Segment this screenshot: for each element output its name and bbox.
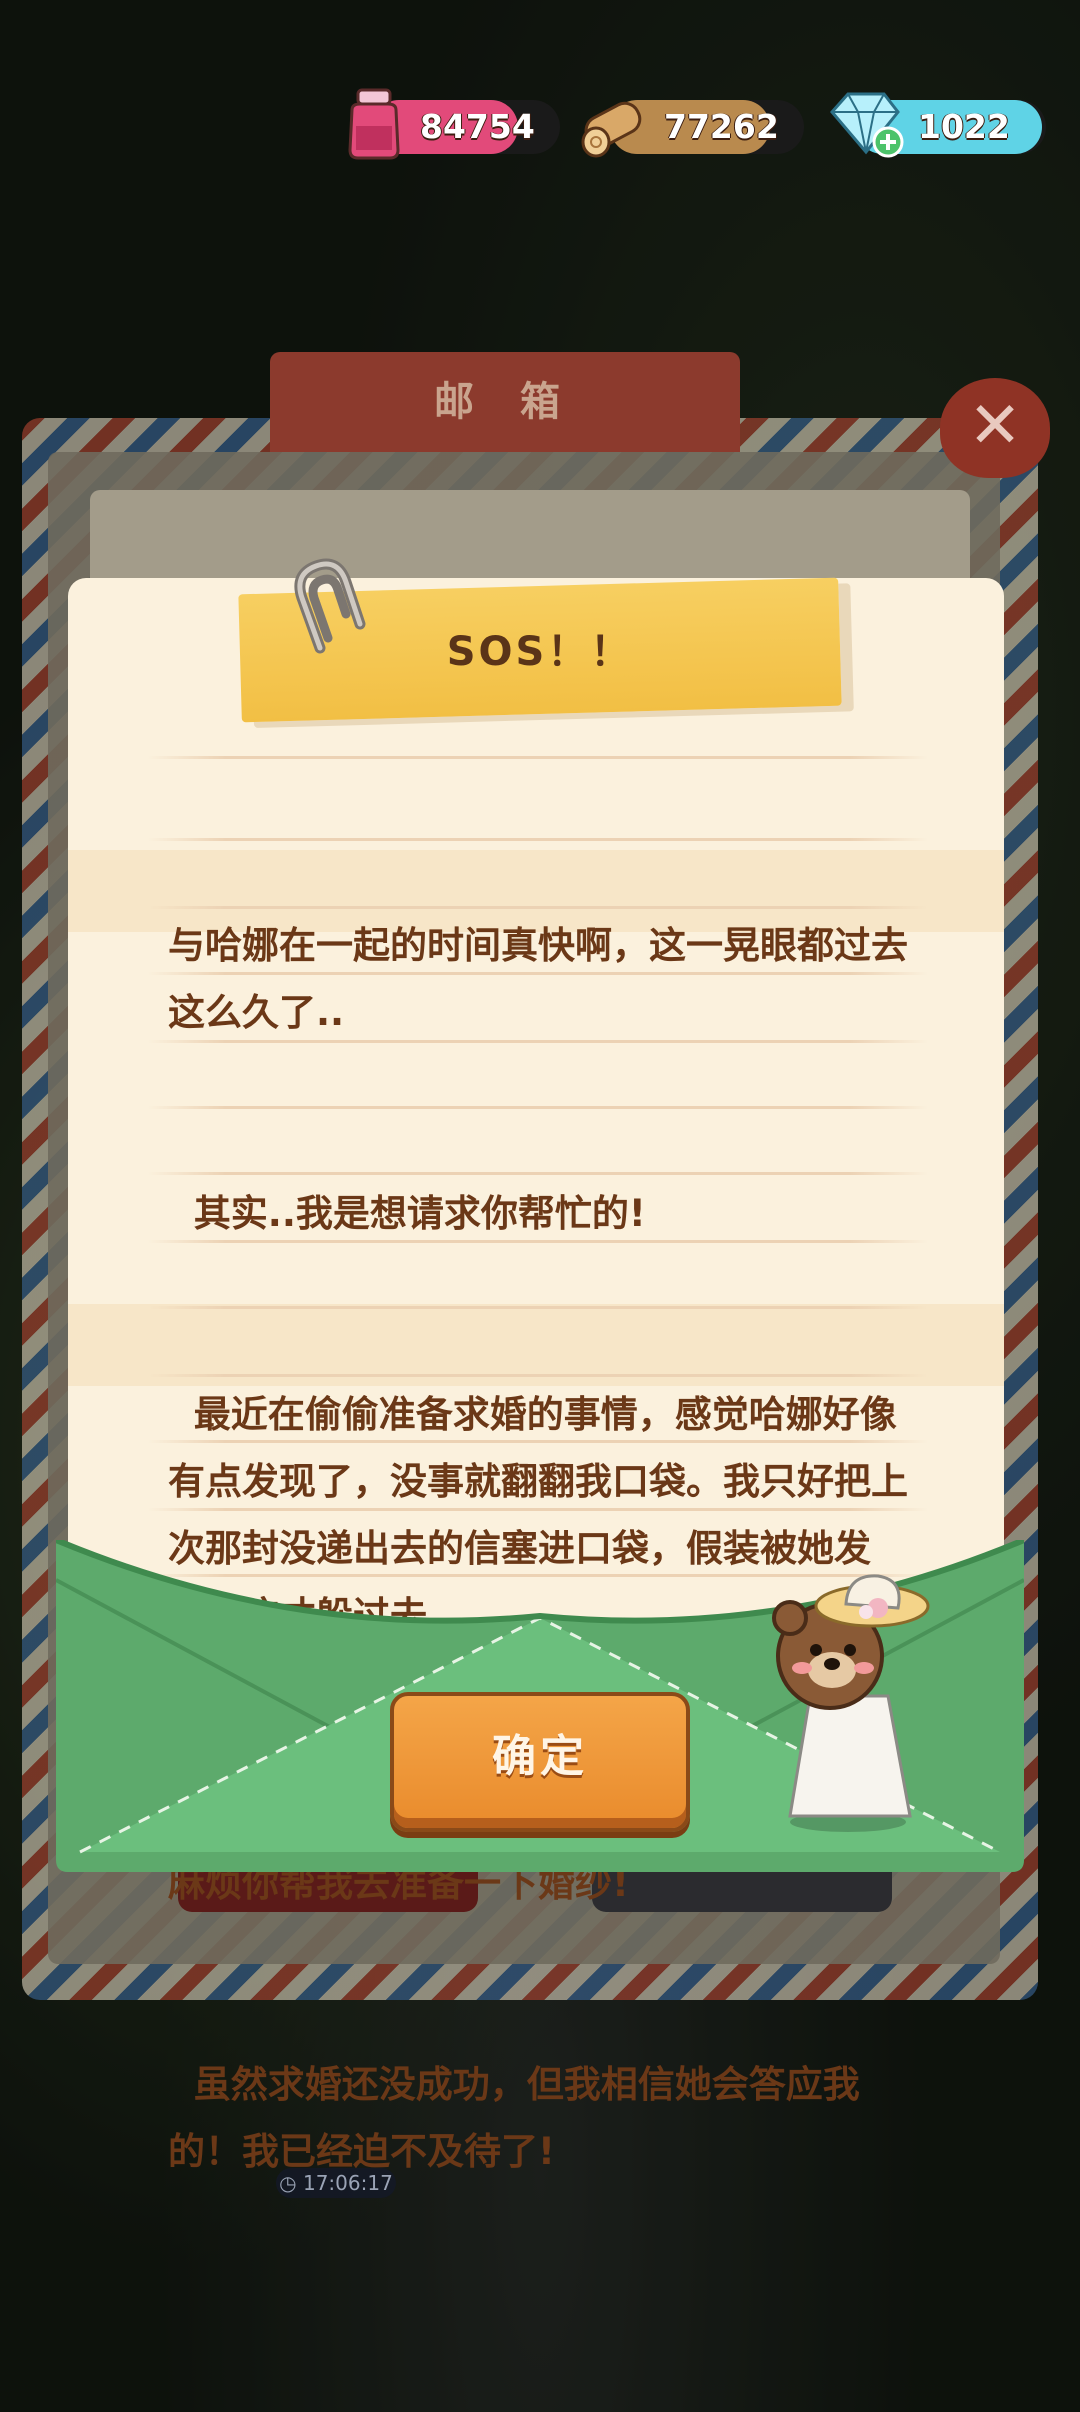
currency-gem-value: 1022 bbox=[918, 107, 1010, 146]
close-button[interactable]: ✕ bbox=[940, 378, 1050, 478]
bear-character bbox=[772, 1574, 930, 1832]
wood-log-icon bbox=[581, 101, 642, 158]
letter-paragraph: 其实..我是想请求你帮忙的! bbox=[168, 1192, 646, 1235]
currency-wood-value: 77262 bbox=[664, 107, 779, 146]
close-icon: ✕ bbox=[968, 389, 1022, 463]
confirm-button-label: 确定 bbox=[492, 1731, 588, 1782]
letter-rule bbox=[148, 756, 928, 759]
paperclip-icon bbox=[294, 558, 366, 654]
currency-ink-value: 84754 bbox=[420, 107, 535, 146]
letter-body: 与哈娜在一起的时间真快啊，这一晃眼都过去这么久了.. 其实..我是想请求你帮忙的… bbox=[168, 778, 928, 2252]
mailbox-title: 邮 箱 bbox=[270, 352, 740, 452]
ink-jar-icon bbox=[348, 88, 400, 160]
confirm-button[interactable]: 确定 bbox=[390, 1692, 690, 1832]
letter-paragraph: 与哈娜在一起的时间真快啊，这一晃眼都过去这么久了.. bbox=[168, 924, 908, 1034]
diamond-icon bbox=[830, 92, 904, 158]
letter-paragraph: 虽然求婚还没成功，但我相信她会答应我的！我已经迫不及待了! bbox=[168, 2063, 860, 2173]
